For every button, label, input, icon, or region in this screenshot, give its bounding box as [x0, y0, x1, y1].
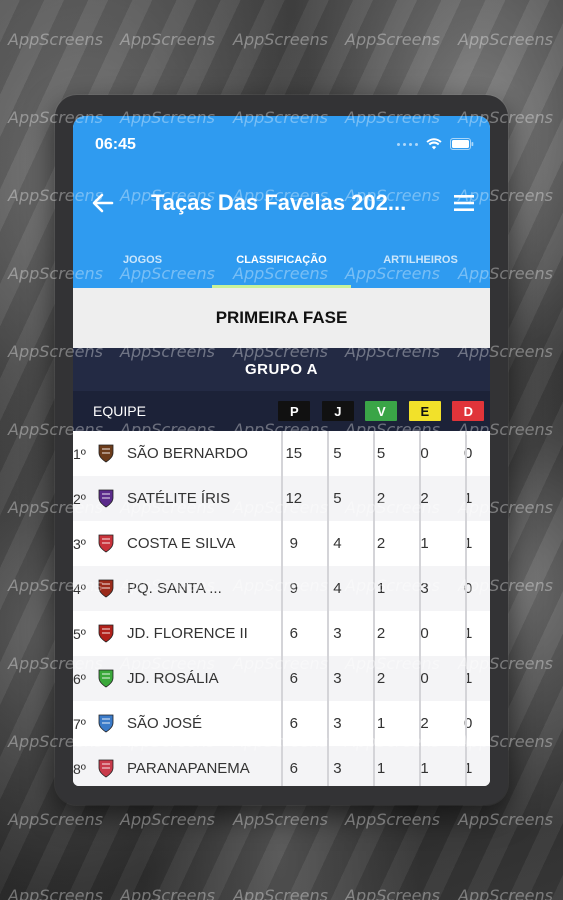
points-cell: 6 — [289, 760, 298, 777]
team-crest-icon — [97, 489, 115, 509]
points-cell: 12 — [285, 490, 303, 507]
draws-cell: 0 — [420, 670, 429, 687]
wins-cell: 1 — [376, 580, 386, 597]
losses-cell: 1 — [464, 760, 473, 777]
games-cell: 3 — [333, 670, 342, 687]
games-cell: 3 — [333, 715, 342, 732]
wifi-icon — [426, 138, 442, 150]
wins-cell: 5 — [376, 445, 386, 462]
position: 6º — [73, 670, 86, 687]
status-time: 06:45 — [95, 136, 136, 153]
team-crest-icon — [97, 759, 115, 779]
draws-cell: 0 — [420, 445, 429, 462]
games-cell: 4 — [333, 580, 342, 597]
position: 1º — [73, 445, 86, 462]
team-crest-icon — [97, 579, 115, 599]
position: 8º — [73, 760, 86, 777]
draws-cell: 1 — [420, 535, 429, 552]
team-crest-icon — [97, 534, 115, 554]
draws-cell: 3 — [420, 580, 429, 597]
games-cell: 5 — [333, 445, 342, 462]
team-cell: 3º COSTA E SILVA — [73, 534, 272, 554]
team-crest-icon — [97, 444, 115, 464]
points-cell: 6 — [289, 715, 298, 732]
wins-cell: 1 — [376, 760, 386, 777]
team-cell: 1º SÃO BERNARDO — [73, 444, 272, 464]
standings-table: 1º SÃO BERNARDO 15 5 5 0 0 2º SATÉLITE ÍRIS 12 5 2 2… — [73, 431, 490, 786]
tab-bar: JOGOS CLASSIFICAÇÃO ARTILHEIROS — [73, 246, 490, 288]
phase-title: PRIMEIRA FASE — [73, 288, 490, 348]
losses-cell: 0 — [464, 715, 473, 732]
toolbar: Taças Das Favelas 202... — [73, 186, 490, 220]
games-cell: 3 — [333, 760, 342, 777]
status-icons — [397, 138, 474, 150]
points-cell: 9 — [289, 535, 298, 552]
wins-cell: 1 — [376, 715, 386, 732]
losses-cell: 1 — [464, 670, 473, 687]
wins-cell: 2 — [376, 670, 386, 687]
team-name: PQ. SANTA ... — [127, 580, 222, 597]
team-cell: 7º SÃO JOSÉ — [73, 714, 272, 734]
tab-artilheiros[interactable]: ARTILHEIROS — [351, 246, 490, 288]
hamburger-menu-icon — [454, 195, 474, 211]
position: 7º — [73, 715, 86, 732]
app-screen: 06:45 Taças Das Favelas 202... JOGOS CLA… — [73, 116, 490, 786]
losses-cell: 0 — [464, 580, 473, 597]
team-name: SÃO BERNARDO — [127, 445, 248, 462]
games-cell: 5 — [333, 490, 342, 507]
draws-cell: 1 — [420, 760, 429, 777]
wins-cell: 2 — [376, 535, 386, 552]
games-cell: 4 — [333, 535, 342, 552]
team-name: JD. FLORENCE II — [127, 625, 248, 642]
team-crest-icon — [97, 669, 115, 689]
menu-button[interactable] — [438, 186, 490, 220]
team-cell: 6º JD. ROSÁLIA — [73, 669, 272, 689]
team-crest-icon — [97, 714, 115, 734]
back-button[interactable] — [73, 186, 133, 220]
page-title: Taças Das Favelas 202... — [151, 190, 407, 215]
losses-cell: 1 — [464, 490, 473, 507]
tab-classificacao[interactable]: CLASSIFICAÇÃO — [212, 246, 351, 288]
points-cell: 15 — [285, 445, 303, 462]
position: 4º — [73, 580, 86, 597]
header-draws: E — [408, 401, 441, 421]
arrow-left-icon — [92, 193, 114, 213]
team-name: PARANAPANEMA — [127, 760, 250, 777]
losses-cell: 0 — [464, 445, 473, 462]
team-crest-icon — [97, 624, 115, 644]
losses-cell: 1 — [464, 535, 473, 552]
header-points: P — [278, 401, 311, 421]
group-title: GRUPO A — [73, 348, 490, 391]
header-games: J — [321, 401, 354, 421]
wins-cell: 2 — [376, 490, 386, 507]
app-bar: 06:45 Taças Das Favelas 202... JOGOS CLA… — [73, 116, 490, 288]
position: 2º — [73, 490, 86, 507]
battery-icon — [450, 138, 474, 150]
team-cell: 2º SATÉLITE ÍRIS — [73, 489, 272, 509]
games-cell: 3 — [333, 625, 342, 642]
table-header: EQUIPE P J V E D — [73, 391, 490, 431]
team-name: COSTA E SILVA — [127, 535, 236, 552]
draws-cell: 2 — [420, 715, 429, 732]
team-cell: 5º JD. FLORENCE II — [73, 624, 272, 644]
position: 3º — [73, 535, 86, 552]
team-column-header: EQUIPE — [93, 403, 146, 419]
points-cell: 6 — [289, 625, 298, 642]
signal-dots-icon — [397, 142, 418, 146]
draws-cell: 2 — [420, 490, 429, 507]
team-cell: 8º PARANAPANEMA — [73, 759, 272, 779]
team-name: JD. ROSÁLIA — [127, 670, 219, 687]
team-name: SATÉLITE ÍRIS — [127, 490, 231, 507]
team-name: SÃO JOSÉ — [127, 715, 203, 732]
header-losses: D — [452, 401, 485, 421]
team-cell: 4º PQ. SANTA ... — [73, 579, 272, 599]
header-wins: V — [365, 401, 398, 421]
wins-cell: 2 — [376, 625, 386, 642]
points-cell: 6 — [289, 670, 298, 687]
tab-jogos[interactable]: JOGOS — [73, 246, 212, 288]
draws-cell: 0 — [420, 625, 429, 642]
position: 5º — [73, 625, 86, 642]
losses-cell: 1 — [464, 625, 473, 642]
points-cell: 9 — [289, 580, 298, 597]
